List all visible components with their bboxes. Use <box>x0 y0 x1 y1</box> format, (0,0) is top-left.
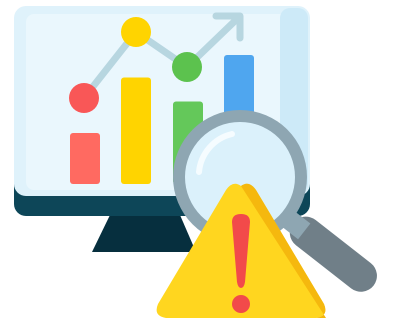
trend-point-red <box>69 83 99 113</box>
chart-bar <box>70 133 100 184</box>
chart-analysis-warning-illustration <box>14 6 377 318</box>
exclamation-dot <box>232 295 250 313</box>
illustration-canvas <box>0 0 395 329</box>
monitor-stand <box>92 215 196 252</box>
trend-point-green <box>172 52 202 82</box>
trend-point-yellow <box>121 17 151 47</box>
chart-bar <box>121 77 151 184</box>
